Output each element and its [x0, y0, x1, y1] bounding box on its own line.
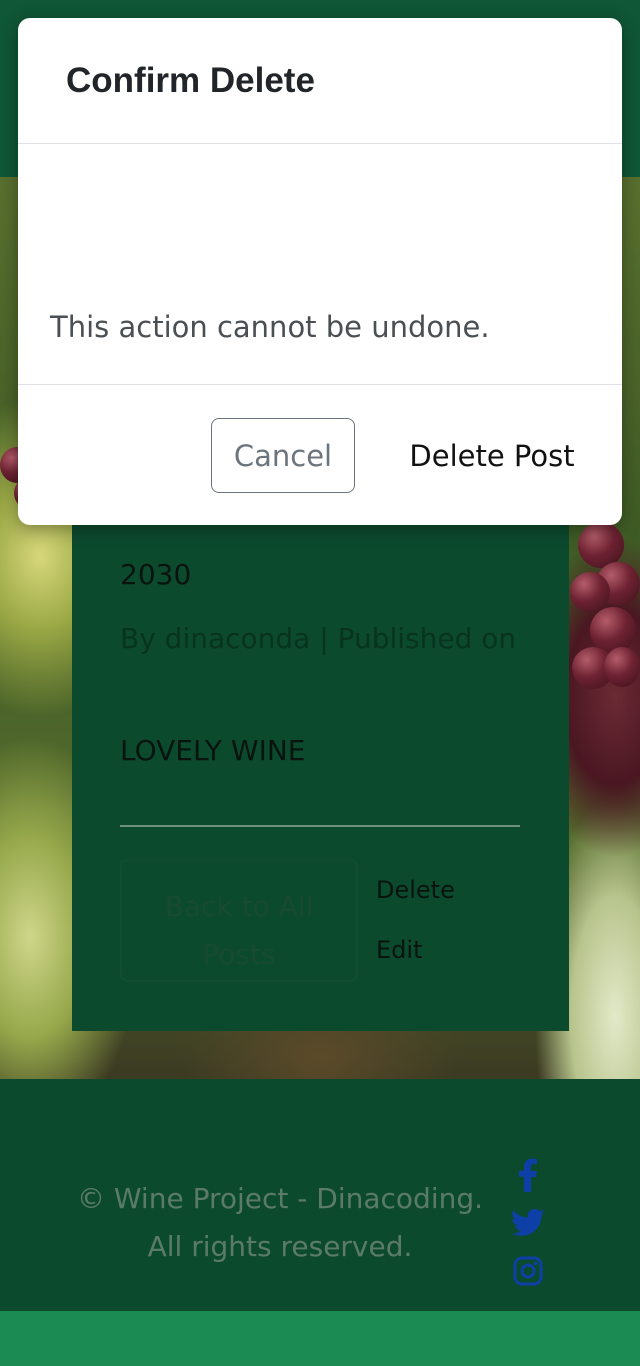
modal-title: Confirm Delete — [66, 61, 315, 100]
cancel-button[interactable]: Cancel — [211, 418, 355, 493]
modal-message: This action cannot be undone. — [50, 310, 490, 344]
confirm-delete-dialog: Confirm Delete This action cannot be und… — [18, 18, 622, 525]
delete-post-button[interactable]: Delete Post — [392, 418, 592, 493]
modal-body: This action cannot be undone. — [18, 144, 622, 385]
modal-header: Confirm Delete — [18, 18, 622, 144]
